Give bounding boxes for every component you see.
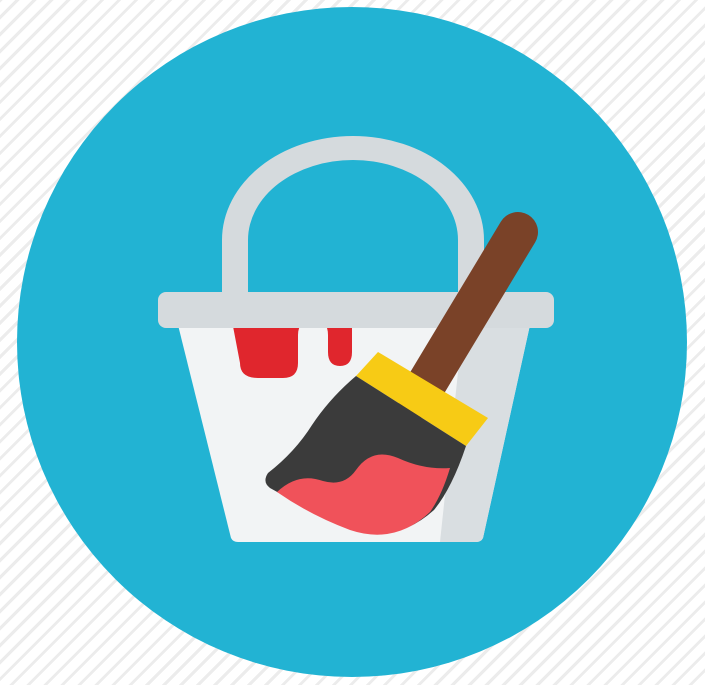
icon-canvas bbox=[0, 0, 705, 685]
paint-bucket-brush-icon bbox=[17, 7, 687, 677]
